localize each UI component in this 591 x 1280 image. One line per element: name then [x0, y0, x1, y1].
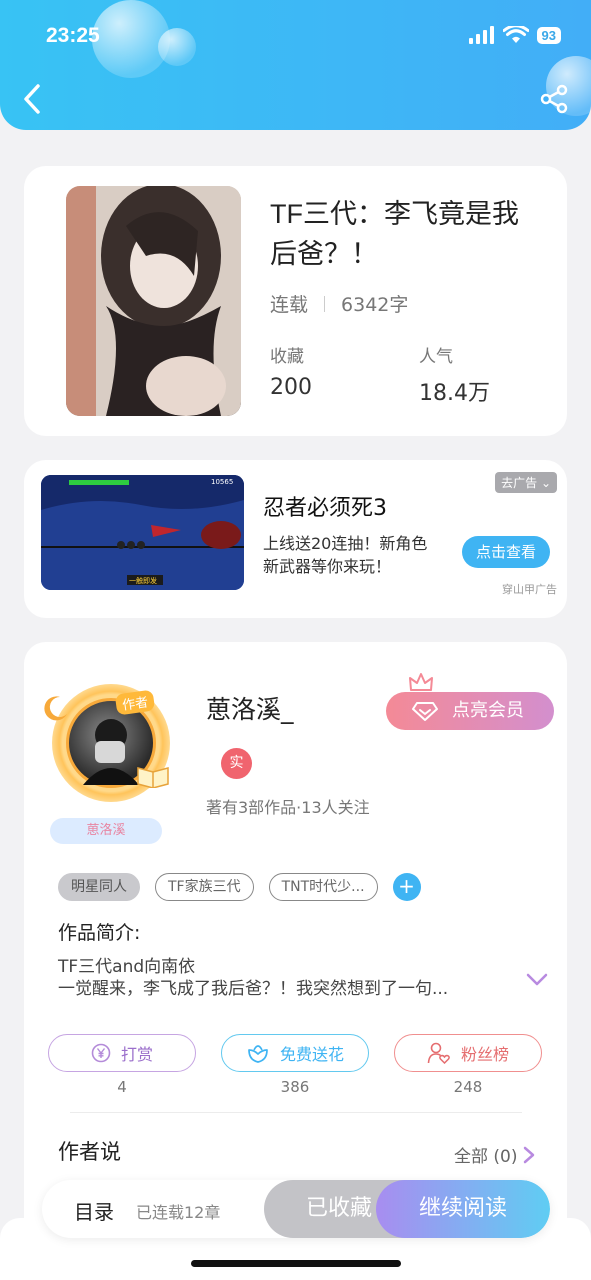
chevron-down-icon: [526, 973, 548, 986]
author-says-all-label: 全部 (0): [454, 1147, 518, 1167]
user-heart-icon: [427, 1042, 450, 1064]
tag-item[interactable]: TF家族三代: [155, 873, 254, 901]
ad-cta-button[interactable]: 点击查看: [462, 536, 550, 568]
tag-item[interactable]: TNT时代少...: [268, 873, 378, 901]
chevron-right-icon: [524, 1146, 535, 1163]
top-header: 23:25 93: [0, 0, 591, 130]
word-count: 6342字: [341, 294, 409, 316]
intro-heading: 作品简介:: [58, 922, 141, 944]
ad-game-art: 10565 一触即发: [41, 475, 244, 590]
tag-list: 明星同人 TF家族三代 TNT时代少... +: [58, 873, 421, 901]
chapter-count: 已连载12章: [136, 1203, 221, 1222]
back-button[interactable]: [18, 82, 48, 116]
favorites-stat: 收藏 200: [270, 342, 312, 400]
book-icon: [137, 767, 169, 788]
cover-portrait: [66, 186, 241, 416]
ad-card[interactable]: 10565 一触即发 去广告 ⌄ 忍者必须死3 上线送20连抽！新角色新武器等你…: [24, 460, 567, 618]
author-says-all-link[interactable]: 全部 (0): [454, 1142, 535, 1167]
crown-icon: [409, 673, 433, 691]
author-name: 葸洛溪_: [206, 695, 294, 724]
flower-label: 免费送花: [279, 1045, 344, 1064]
decor-bubble: [92, 0, 170, 78]
signal-icon: [468, 26, 494, 44]
popularity-label: 人气: [419, 347, 453, 367]
favorites-label: 收藏: [270, 347, 304, 367]
status-time: 23:25: [46, 24, 100, 47]
remove-ad-label: 去广告: [501, 476, 538, 490]
ad-thumb-banner: 一触即发: [129, 576, 157, 585]
author-name-tag: 葸洛溪: [50, 818, 162, 844]
book-status: 连载: [270, 294, 309, 316]
meta-separator: [324, 295, 326, 312]
tip-count: 4: [117, 1078, 127, 1096]
light-vip-button[interactable]: 点亮会员: [386, 692, 554, 730]
ad-thumbnail[interactable]: 10565 一触即发: [41, 475, 244, 590]
tag-item[interactable]: 明星同人: [58, 873, 140, 901]
bottom-action-bar: 目录 已连载12章 已收藏 继续阅读: [42, 1180, 550, 1238]
yen-coin-icon: [91, 1043, 111, 1063]
real-name-badge: 实: [221, 748, 252, 779]
popularity-stat: 人气 18.4万: [419, 342, 490, 407]
intro-line: 一觉醒来，李飞成了我后爸？！我突然想到了一句...: [58, 979, 449, 999]
decor-bubble: [158, 28, 196, 66]
expand-intro-button[interactable]: [526, 972, 548, 991]
ad-title: 忍者必须死3: [263, 496, 387, 521]
action-row: 打赏 免费送花 粉丝榜: [48, 1034, 542, 1072]
action-counts: 4 386 248: [48, 1078, 542, 1096]
wifi-icon: [502, 26, 529, 43]
moon-icon: [44, 696, 67, 721]
send-flower-button[interactable]: 免费送花: [221, 1034, 369, 1072]
intro-text[interactable]: TF三代and向南依 一觉醒来，李飞成了我后爸？！我突然想到了一句...: [58, 956, 508, 1000]
diamond-icon: [412, 702, 438, 721]
fans-label: 粉丝榜: [460, 1045, 509, 1064]
tip-button[interactable]: 打赏: [48, 1034, 196, 1072]
tip-label: 打赏: [120, 1045, 153, 1064]
book-cover-image[interactable]: [66, 186, 241, 416]
intro-line: TF三代and向南依: [58, 957, 196, 977]
battery-indicator: 93: [536, 26, 561, 44]
share-icon: [540, 84, 568, 114]
book-title: TF三代：李飞竟是我后爸？！: [270, 199, 519, 269]
book-meta: 连载 6342字: [270, 290, 408, 317]
ad-description: 上线送20连抽！新角色新武器等你来玩！: [263, 534, 428, 576]
section-divider: [70, 1112, 522, 1113]
home-indicator: [191, 1260, 401, 1267]
author-says-heading: 作者说: [58, 1140, 121, 1164]
add-tag-button[interactable]: +: [392, 873, 421, 901]
fans-count: 248: [453, 1078, 483, 1096]
vip-button-label: 点亮会员: [452, 700, 524, 721]
table-of-contents-button[interactable]: 目录: [74, 1196, 114, 1225]
flower-icon: [248, 1045, 268, 1063]
author-stats: 著有3部作品·13人关注: [206, 798, 370, 817]
book-info-card: TF三代：李飞竟是我后爸？！ 连载 6342字 收藏 200 人气 18.4万: [24, 166, 567, 436]
chevron-down-icon: ⌄: [540, 476, 551, 490]
remove-ad-button[interactable]: 去广告 ⌄: [495, 472, 557, 493]
ad-thumb-score: 10565: [211, 478, 233, 486]
continue-reading-button[interactable]: 继续阅读: [376, 1180, 550, 1238]
ad-source: 穿山甲广告: [502, 583, 557, 596]
chevron-left-icon: [24, 84, 40, 114]
popularity-value: 18.4万: [419, 381, 490, 406]
share-button[interactable]: [539, 84, 569, 114]
favorites-value: 200: [270, 375, 312, 400]
status-icons: 93: [468, 26, 561, 44]
author-avatar-frame[interactable]: 作者: [44, 684, 170, 802]
fans-rank-button[interactable]: 粉丝榜: [394, 1034, 542, 1072]
flower-count: 386: [280, 1078, 310, 1096]
